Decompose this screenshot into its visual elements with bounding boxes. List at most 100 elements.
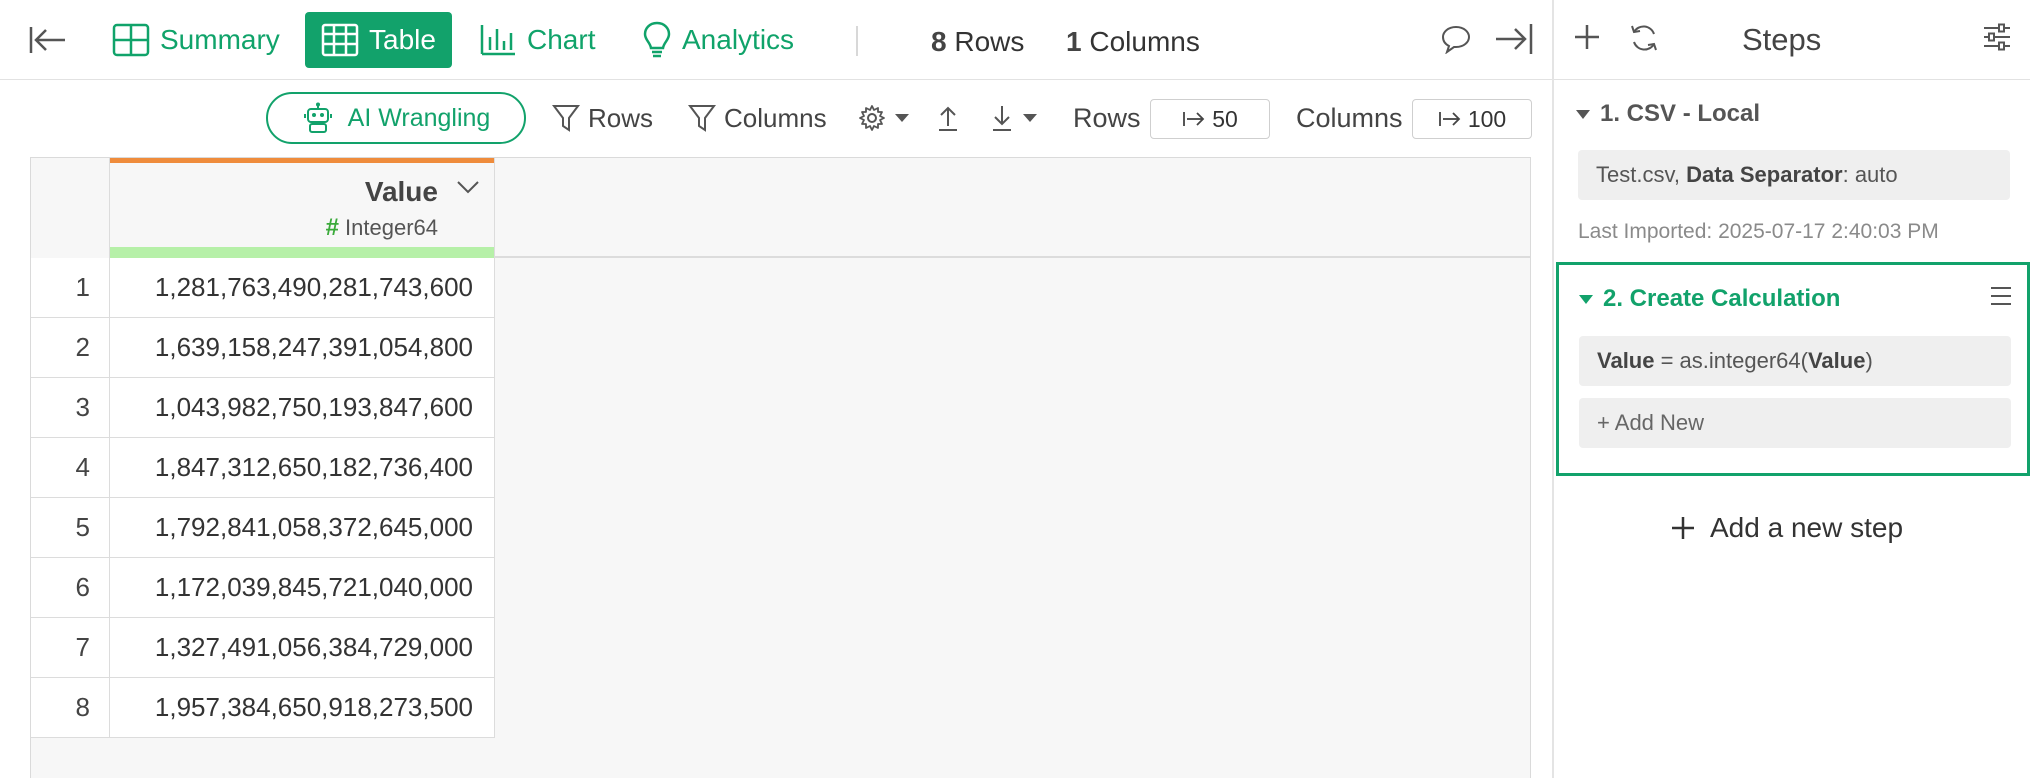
table-header-row: Value # Integer64 <box>31 158 1530 258</box>
tab-summary-label: Summary <box>160 24 280 55</box>
calc-target: Value <box>1597 348 1655 373</box>
lightbulb-icon <box>643 21 671 58</box>
column-header-top-bar <box>110 158 494 163</box>
ai-wrangling-label: AI Wrangling <box>347 103 491 132</box>
chevron-down-icon <box>457 181 479 194</box>
last-imported-text: Last Imported: 2025-07-17 2:40:03 PM <box>1578 220 1939 243</box>
step-2-header[interactable]: 2. Create Calculation <box>1579 285 1840 313</box>
steps-panel: Steps 1. CSV - Local Test.csv, Data Sepa… <box>1552 0 2030 778</box>
table-row: 4 1,847,312,650,182,736,400 <box>31 438 495 498</box>
steps-title: Steps <box>1742 22 1822 57</box>
columns-limit-label: Columns <box>1296 103 1403 133</box>
tab-chart[interactable]: Chart <box>463 12 611 68</box>
add-new-label: Add New <box>1614 410 1705 435</box>
step-2-menu-button[interactable] <box>1989 285 2013 312</box>
tab-analytics[interactable]: Analytics <box>626 12 810 68</box>
step-2-title: 2. Create Calculation <box>1603 285 1841 312</box>
sliders-icon <box>1984 23 2010 51</box>
bar-chart-icon <box>480 25 515 56</box>
table-cell[interactable]: 1,847,312,650,182,736,400 <box>110 438 495 497</box>
download-icon <box>993 106 1011 131</box>
rows-count: 8 Rows <box>931 22 1024 62</box>
gear-icon <box>859 105 885 131</box>
table-row: 6 1,172,039,845,721,040,000 <box>31 558 495 618</box>
summary-grid-icon <box>112 23 150 57</box>
number-type-icon: # <box>325 214 340 241</box>
expand-caret-icon <box>1576 109 1590 119</box>
toolbar-divider <box>856 26 858 56</box>
column-type: # Integer64 <box>326 214 438 242</box>
table-cell[interactable]: 1,957,384,650,918,273,500 <box>110 678 495 737</box>
table-cell[interactable]: 1,281,763,490,281,743,600 <box>110 258 495 317</box>
step-1-detail[interactable]: Test.csv, Data Separator: auto <box>1578 150 2010 200</box>
row-number: 8 <box>31 678 110 737</box>
step-1-header[interactable]: 1. CSV - Local <box>1576 100 1760 128</box>
rows-count-label: Rows <box>954 26 1025 57</box>
table-row: 7 1,327,491,056,384,729,000 <box>31 618 495 678</box>
refresh-button[interactable] <box>1628 22 1660 59</box>
filter-columns-label: Columns <box>724 102 827 133</box>
table-row: 1 1,281,763,490,281,743,600 <box>31 258 495 318</box>
tab-table-label: Table <box>369 24 436 55</box>
step-2-card[interactable]: 2. Create Calculation Value = as.integer… <box>1556 262 2030 476</box>
table-settings-dropdown[interactable] <box>858 100 910 136</box>
upload-icon <box>939 106 957 131</box>
table-cell[interactable]: 1,639,158,247,391,054,800 <box>110 318 495 377</box>
tab-table[interactable]: Table <box>305 12 452 68</box>
rows-limit-input[interactable]: 50 <box>1150 99 1270 139</box>
comment-icon <box>1441 25 1471 55</box>
table-row: 8 1,957,384,650,918,273,500 <box>31 678 495 738</box>
upload-button[interactable] <box>936 100 960 136</box>
step-2-calculation[interactable]: Value = as.integer64(Value) <box>1579 336 2011 386</box>
filter-columns-button[interactable]: Columns <box>688 100 827 136</box>
table-cell[interactable]: 1,327,491,056,384,729,000 <box>110 618 495 677</box>
table-cell[interactable]: 1,043,982,750,193,847,600 <box>110 378 495 437</box>
filter-icon <box>552 105 580 132</box>
column-header-value[interactable]: Value # Integer64 <box>110 158 495 258</box>
table-row: 3 1,043,982,750,193,847,600 <box>31 378 495 438</box>
filter-rows-label: Rows <box>588 102 654 133</box>
column-name: Value <box>364 176 438 207</box>
tab-summary[interactable]: Summary <box>96 12 296 68</box>
steps-settings-button[interactable] <box>1982 22 2012 57</box>
collapse-left-button[interactable] <box>28 22 68 58</box>
download-dropdown[interactable] <box>990 100 1038 136</box>
row-number: 2 <box>31 318 110 377</box>
collapse-left-icon <box>29 27 65 53</box>
table-cell[interactable]: 1,172,039,845,721,040,000 <box>110 558 495 617</box>
hamburger-menu-icon <box>1991 287 2011 305</box>
columns-limit-value: 100 <box>1467 105 1507 132</box>
column-quality-bar <box>110 247 494 258</box>
ai-wrangling-button[interactable]: AI Wrangling <box>266 92 526 144</box>
column-menu-button[interactable] <box>456 180 480 199</box>
columns-limit-input[interactable]: 100 <box>1412 99 1532 139</box>
collapse-right-button[interactable] <box>1494 22 1534 61</box>
column-type-label: Integer64 <box>345 215 438 240</box>
step-2-add-new-button[interactable]: + Add New <box>1579 398 2011 448</box>
columns-count-label: Columns <box>1089 26 1200 57</box>
caret-down-icon <box>1023 114 1037 122</box>
row-number: 7 <box>31 618 110 677</box>
add-new-step-button[interactable]: Add a new step <box>1670 512 1903 544</box>
step-1-separator-key: Data Separator <box>1686 162 1843 187</box>
step-1-separator-value: : auto <box>1842 162 1898 187</box>
add-step-button[interactable] <box>1572 22 1602 57</box>
filter-rows-button[interactable]: Rows <box>552 100 653 136</box>
table-toolbar: AI Wrangling Rows Columns Rows 50 Column… <box>0 80 1552 158</box>
columns-count: 1 Columns <box>1066 22 1200 62</box>
plus-icon: + <box>1597 410 1610 435</box>
plus-icon <box>1575 25 1599 49</box>
tab-analytics-label: Analytics <box>682 24 795 55</box>
comment-button[interactable] <box>1440 24 1472 59</box>
step-1-file: Test.csv, <box>1596 162 1680 187</box>
tab-chart-label: Chart <box>527 24 596 55</box>
robot-icon <box>303 102 332 133</box>
calc-argument: Value <box>1807 348 1866 373</box>
table-cell[interactable]: 1,792,841,058,372,645,000 <box>110 498 495 557</box>
row-number: 3 <box>31 378 110 437</box>
filter-icon <box>688 105 716 132</box>
rows-limit-value: 50 <box>1212 105 1238 132</box>
data-table: Value # Integer64 1 1,281,763,490,281,743… <box>30 157 1531 778</box>
rows-limit-label: Rows <box>1073 103 1141 133</box>
caret-down-icon <box>895 114 909 122</box>
